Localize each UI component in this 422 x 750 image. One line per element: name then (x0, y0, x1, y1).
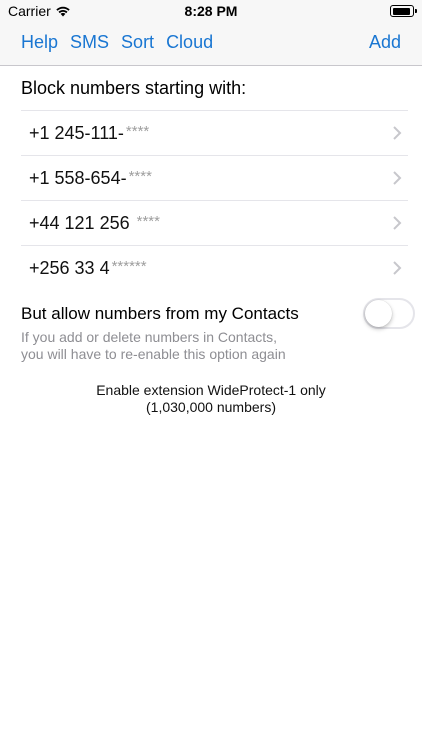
nav-right-buttons: Add (369, 32, 401, 53)
list-item[interactable]: +1 245-111- **** (21, 111, 408, 156)
number-mask: ****** (111, 258, 147, 275)
block-section-header: Block numbers starting with: (21, 78, 247, 98)
number-prefix: +1 558-654- (29, 167, 127, 188)
extension-info: Enable extension WideProtect-1 only (1,0… (0, 382, 422, 416)
number-prefix: +1 245-111- (29, 122, 124, 143)
status-bar: Carrier 8:28 PM (0, 0, 422, 22)
number-mask: **** (136, 212, 160, 230)
number-prefix: +256 33 4 (29, 258, 110, 278)
toggle-knob (365, 300, 392, 327)
sms-button[interactable]: SMS (70, 32, 109, 53)
list-item[interactable]: +256 33 4 ****** (21, 246, 408, 291)
cloud-button[interactable]: Cloud (166, 32, 213, 53)
battery-icon (390, 5, 417, 17)
chevron-right-icon (393, 126, 402, 140)
number-prefix: +44 121 256 (29, 212, 135, 233)
navigation-bar: Help SMS Sort Cloud Add (0, 22, 422, 66)
add-button[interactable]: Add (369, 32, 401, 52)
hint-line-2: you will have to re-enable this option a… (21, 346, 286, 362)
number-mask: **** (128, 167, 152, 185)
chevron-right-icon (393, 171, 402, 185)
number-mask: **** (125, 122, 150, 140)
allow-contacts-label: But allow numbers from my Contacts (21, 304, 299, 323)
nav-left-buttons: Help SMS Sort Cloud (21, 32, 213, 53)
extension-info-line-2: (1,030,000 numbers) (146, 399, 276, 415)
allow-contacts-toggle[interactable] (363, 298, 415, 329)
list-item[interactable]: +1 558-654- **** (21, 156, 408, 201)
chevron-right-icon (393, 261, 402, 275)
allow-contacts-hint: If you add or delete numbers in Contacts… (21, 329, 351, 363)
extension-info-line-1: Enable extension WideProtect-1 only (96, 382, 326, 398)
list-item[interactable]: +44 121 256 **** (21, 201, 408, 246)
chevron-right-icon (393, 216, 402, 230)
status-time: 8:28 PM (184, 3, 238, 19)
blocked-prefix-list: +1 245-111- **** +1 558-654- **** +44 12… (21, 110, 408, 291)
help-button[interactable]: Help (21, 32, 58, 53)
sort-button[interactable]: Sort (121, 32, 154, 53)
hint-line-1: If you add or delete numbers in Contacts… (21, 329, 278, 345)
